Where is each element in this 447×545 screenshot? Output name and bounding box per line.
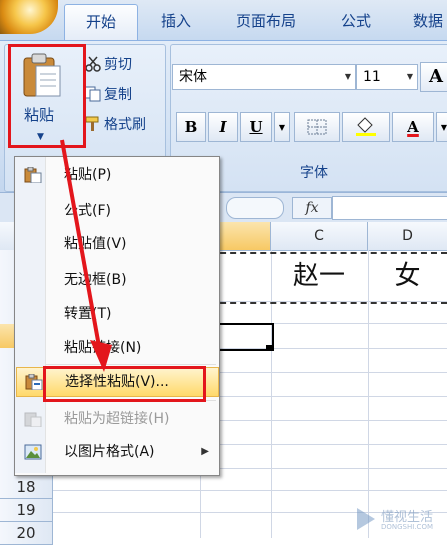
watermark-subtext: DONGSHI.COM (381, 523, 433, 531)
play-logo-icon (357, 508, 375, 530)
watermark-logo: 懂视生活 DONGSHI.COM (355, 500, 447, 538)
annotation-arrow (60, 139, 112, 372)
